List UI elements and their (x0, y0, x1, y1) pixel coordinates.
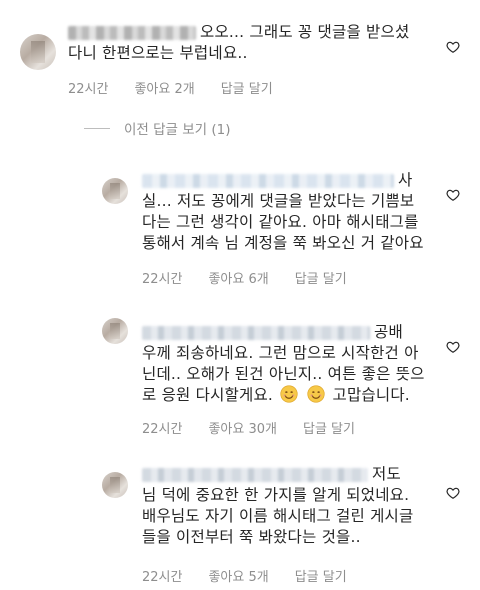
comment-line: 다는 그런 생각이 같아요. 아마 해시태그를 (142, 213, 419, 231)
comment-meta: 22시간 좋아요 6개 답글 달기 (142, 268, 347, 287)
username-redacted[interactable] (142, 325, 370, 340)
reply-button[interactable]: 답글 달기 (295, 268, 347, 287)
comment-text: 저도 님 덕에 중요한 한 가지를 알게 되었네요. 배우님도 자기 이름 해시… (142, 464, 413, 548)
comment-line: 저도 (142, 464, 413, 485)
smiling-face-icon (280, 385, 298, 403)
username-redacted[interactable] (142, 173, 394, 188)
comment-meta: 22시간 좋아요 5개 답글 달기 (142, 566, 347, 585)
comment-line: 님 덕에 중요한 한 가지를 알게 되었네요. (142, 486, 410, 504)
heart-icon[interactable] (446, 40, 460, 54)
comment-line: 다니 한편으로는 부럽네요.. (68, 44, 248, 62)
reply-button[interactable]: 답글 달기 (295, 566, 347, 585)
view-previous-replies[interactable]: 이전 답글 보기 (1) (84, 118, 231, 138)
comment-line: 공배 (142, 322, 425, 343)
comment-meta: 22시간 좋아요 30개 답글 달기 (142, 418, 355, 437)
comment-line: 닌데.. 오해가 된건 아닌지.. 여튼 좋은 뜻으 (142, 365, 425, 383)
comment-line: 우께 죄송하네요. 그런 맘으로 시작한건 아 (142, 344, 419, 362)
comment-time[interactable]: 22시간 (142, 418, 182, 437)
comment-line: 실... 저도 꽁에게 댓글을 받았다는 기쁨보 (142, 192, 415, 210)
heart-icon[interactable] (446, 486, 460, 500)
username-redacted[interactable] (142, 467, 368, 482)
divider-line (84, 127, 110, 129)
comment-line: 오오... 그래도 꽁 댓글을 받으셨 (68, 22, 409, 43)
like-count[interactable]: 좋아요 2개 (134, 78, 194, 97)
heart-icon[interactable] (446, 188, 460, 202)
comment-text: 공배 우께 죄송하네요. 그런 맘으로 시작한건 아 닌데.. 오해가 된건 아… (142, 322, 425, 406)
smiling-face-icon (307, 385, 325, 403)
view-replies-label[interactable]: 이전 답글 보기 (1) (124, 118, 231, 138)
avatar[interactable] (102, 178, 128, 204)
comment-line: 들을 이전부터 쭉 봐왔다는 것을.. (142, 528, 361, 546)
reply-button[interactable]: 답글 달기 (221, 78, 273, 97)
comment-meta: 22시간 좋아요 2개 답글 달기 (68, 78, 273, 97)
heart-icon[interactable] (446, 340, 460, 354)
like-count[interactable]: 좋아요 6개 (208, 268, 268, 287)
comment-line: 통해서 계속 님 계정을 쭉 봐오신 거 같아요 (142, 234, 424, 252)
comment-text: 사 실... 저도 꽁에게 댓글을 받았다는 기쁨보 다는 그런 생각이 같아요… (142, 170, 424, 254)
comment-time[interactable]: 22시간 (142, 566, 182, 585)
comment-time[interactable]: 22시간 (142, 268, 182, 287)
like-count[interactable]: 좋아요 5개 (208, 566, 268, 585)
username-redacted[interactable] (68, 25, 196, 40)
comment-text: 오오... 그래도 꽁 댓글을 받으셨 다니 한편으로는 부럽네요.. (68, 22, 409, 64)
avatar[interactable] (20, 34, 56, 70)
comment-line: 로 응원 다시할게요. 고맙습니다. (142, 385, 410, 404)
reply-button[interactable]: 답글 달기 (303, 418, 355, 437)
like-count[interactable]: 좋아요 30개 (208, 418, 277, 437)
comment-time[interactable]: 22시간 (68, 78, 108, 97)
comment-line: 사 (142, 170, 424, 191)
avatar[interactable] (102, 472, 128, 498)
comment-line: 배우님도 자기 이름 해시태그 걸린 게시글 (142, 507, 414, 525)
avatar[interactable] (102, 318, 128, 344)
